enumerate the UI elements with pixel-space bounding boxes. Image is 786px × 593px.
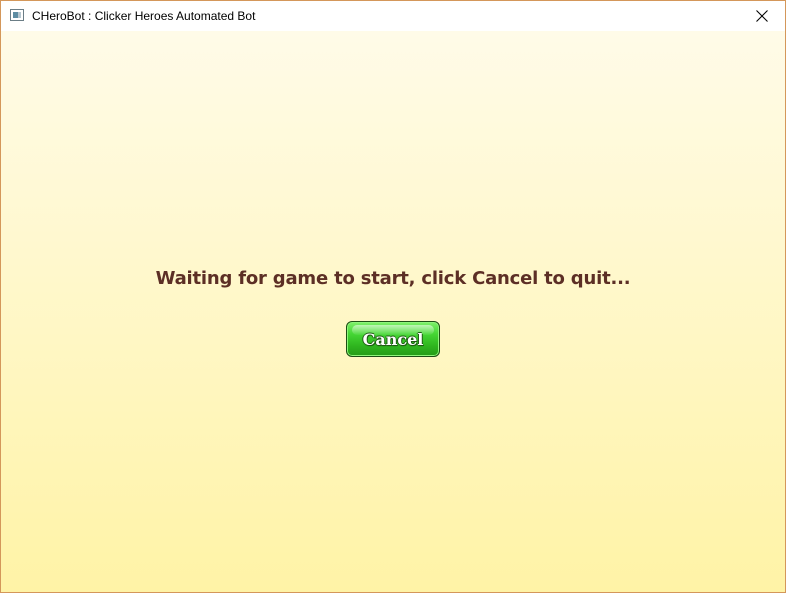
close-icon xyxy=(756,10,768,22)
title-bar[interactable]: CHeroBot : Clicker Heroes Automated Bot xyxy=(1,1,785,31)
app-window-icon xyxy=(10,9,24,21)
window-title: CHeroBot : Clicker Heroes Automated Bot xyxy=(32,9,256,23)
client-area: Waiting for game to start, click Cancel … xyxy=(1,31,785,592)
app-icon-pane-secondary xyxy=(18,12,21,18)
waiting-message: Waiting for game to start, click Cancel … xyxy=(155,268,631,289)
cancel-button-label: Cancel xyxy=(362,330,424,349)
app-window: CHeroBot : Clicker Heroes Automated Bot … xyxy=(0,0,786,593)
close-button[interactable] xyxy=(739,1,785,31)
cancel-button[interactable]: Cancel xyxy=(346,321,440,357)
